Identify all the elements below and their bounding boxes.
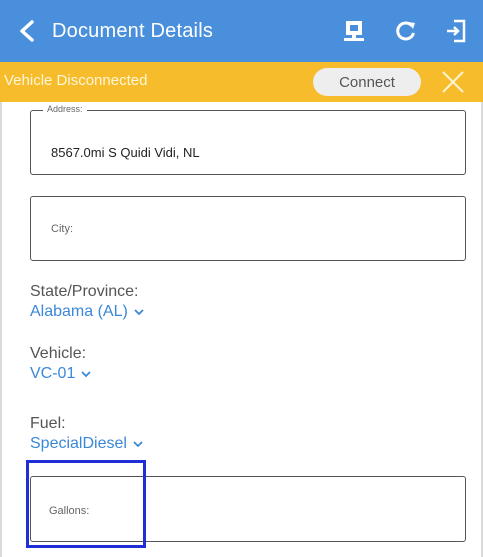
vehicle-group: Vehicle: VC-01 <box>30 344 91 384</box>
vehicle-value: VC-01 <box>30 365 76 382</box>
state-province-label: State/Province: <box>30 283 139 300</box>
vehicle-label: Vehicle: <box>30 345 87 362</box>
page-title: Document Details <box>52 19 214 42</box>
refresh-icon <box>396 21 415 41</box>
logout-icon <box>447 19 466 43</box>
connection-status-text: Vehicle Disconnected <box>4 72 148 89</box>
address-value: 8567.0mi S Quidi Vidi, NL <box>51 145 200 160</box>
connection-banner: Vehicle Disconnected Connect <box>0 62 483 102</box>
state-province-value: Alabama (AL) <box>30 303 128 320</box>
monitor-icon <box>344 21 364 41</box>
app-header: Document Details <box>0 0 483 62</box>
state-province-select[interactable]: Alabama (AL) <box>30 302 144 322</box>
chevron-down-icon <box>81 371 91 378</box>
address-field[interactable]: Address: 8567.0mi S Quidi Vidi, NL <box>30 104 466 175</box>
connect-button[interactable]: Connect <box>313 68 421 96</box>
gallons-field[interactable]: Gallons: <box>30 476 466 542</box>
chevron-left-icon <box>20 20 34 42</box>
address-label: Address: <box>43 104 87 114</box>
monitor-button[interactable] <box>340 17 368 45</box>
refresh-button[interactable] <box>392 17 420 45</box>
fuel-value: SpecialDiesel <box>30 435 127 452</box>
state-province-group: State/Province: Alabama (AL) <box>30 282 144 322</box>
back-button[interactable]: Document Details <box>18 15 238 47</box>
fuel-label: Fuel: <box>30 415 66 432</box>
close-icon <box>442 71 464 93</box>
gallons-placeholder: Gallons: <box>49 505 90 517</box>
city-field[interactable]: City: <box>30 196 466 261</box>
chevron-down-icon <box>133 441 143 448</box>
fuel-select[interactable]: SpecialDiesel <box>30 434 143 454</box>
city-placeholder: City: <box>51 223 73 235</box>
dismiss-banner-button[interactable] <box>440 69 466 95</box>
fuel-group: Fuel: SpecialDiesel <box>30 414 143 454</box>
logout-button[interactable] <box>442 17 470 45</box>
vehicle-select[interactable]: VC-01 <box>30 364 91 384</box>
chevron-down-icon <box>134 309 144 316</box>
